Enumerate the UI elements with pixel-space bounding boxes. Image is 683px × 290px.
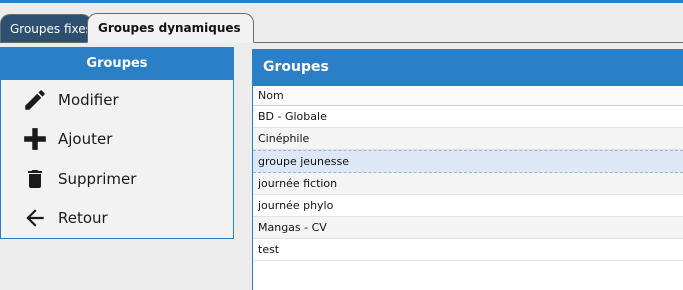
table-row[interactable]: test (253, 239, 683, 261)
groups-list: BD - Globale Cinéphile groupe jeunesse j… (253, 106, 683, 261)
actions-panel-title: Groupes (1, 48, 233, 80)
table-row[interactable]: Mangas - CV (253, 217, 683, 239)
groups-panel: Groupes Nom BD - Globale Cinéphile group… (252, 49, 683, 290)
supprimer-button[interactable]: Supprimer (1, 159, 233, 199)
ajouter-button[interactable]: Ajouter (1, 120, 233, 160)
ajouter-label: Ajouter (58, 130, 113, 149)
table-row[interactable]: journée fiction (253, 173, 683, 195)
plus-icon (21, 125, 49, 153)
table-row[interactable]: BD - Globale (253, 106, 683, 128)
tab-groupes-dynamiques[interactable]: Groupes dynamiques (87, 13, 254, 43)
arrow-left-icon (21, 204, 49, 232)
table-row-selected[interactable]: groupe jeunesse (253, 150, 683, 173)
tab-groupes-fixes[interactable]: Groupes fixes (0, 14, 92, 42)
actions-menu: Modifier Ajouter Supprimer Retour (1, 80, 233, 238)
actions-panel: Groupes Modifier Ajouter Supprimer Retou… (0, 47, 234, 239)
modifier-label: Modifier (58, 90, 119, 109)
top-accent-bar (0, 0, 683, 3)
retour-button[interactable]: Retour (1, 199, 233, 239)
tab-bar: Groupes fixes Groupes dynamiques (0, 4, 683, 43)
modifier-button[interactable]: Modifier (1, 80, 233, 120)
trash-icon (21, 165, 49, 193)
groups-panel-title: Groupes (253, 49, 683, 86)
table-row[interactable]: Cinéphile (253, 128, 683, 150)
pencil-icon (21, 86, 49, 114)
retour-label: Retour (58, 209, 108, 228)
column-header-nom[interactable]: Nom (253, 86, 683, 106)
supprimer-label: Supprimer (58, 169, 137, 188)
table-row[interactable]: journée phylo (253, 195, 683, 217)
